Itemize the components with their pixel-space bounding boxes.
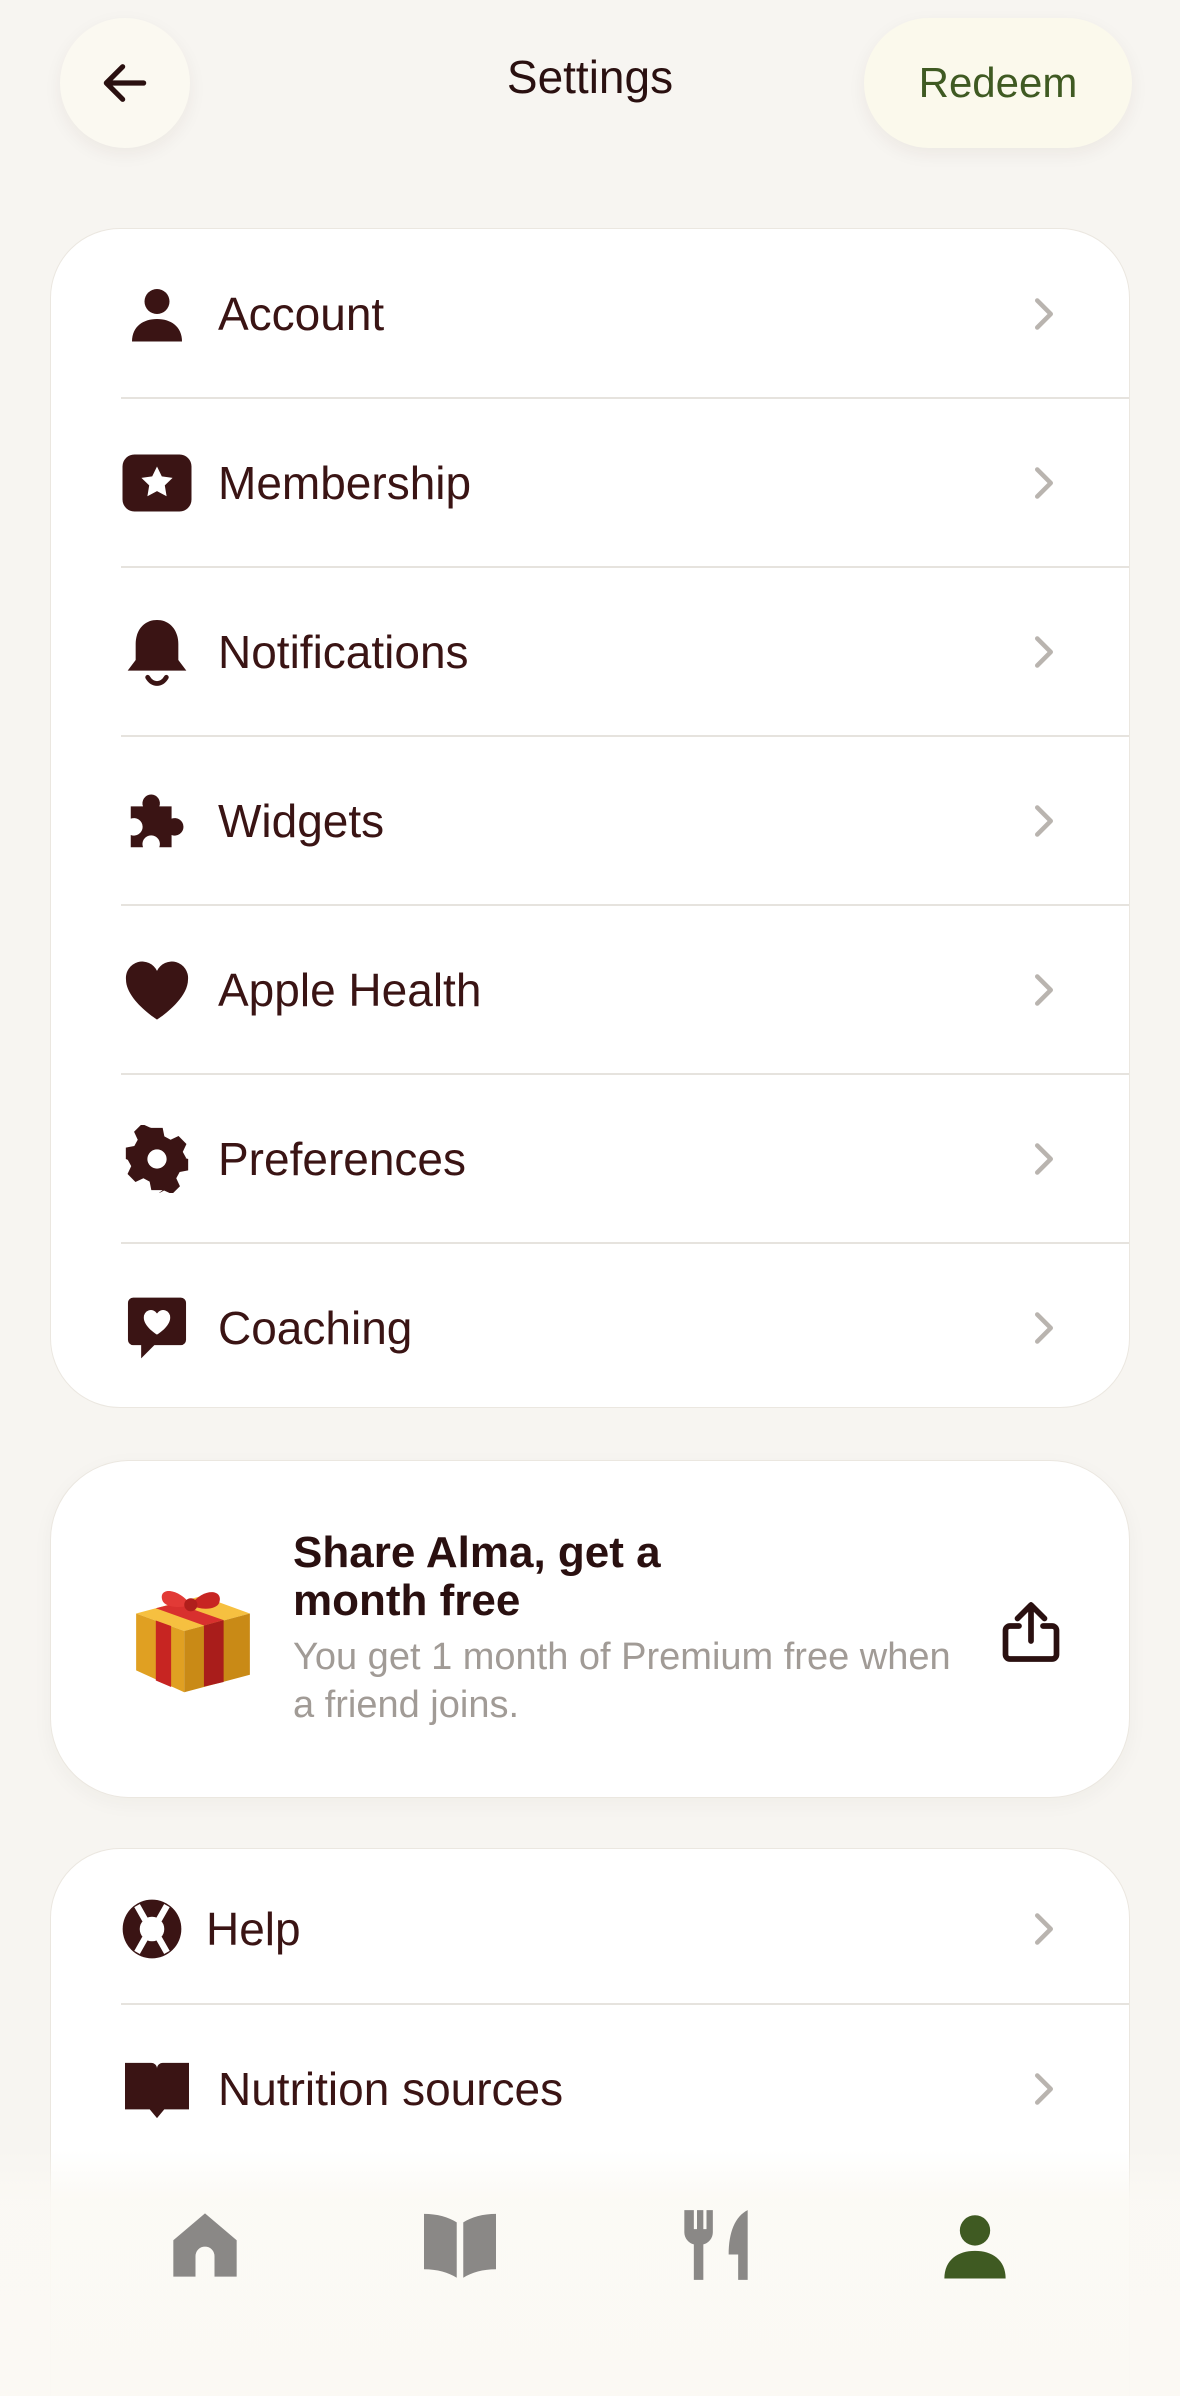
settings-item-account[interactable]: Account: [51, 229, 1129, 398]
fork-knife-icon: [684, 2210, 748, 2280]
settings-item-label: Widgets: [218, 794, 385, 847]
chevron-right-icon: [1029, 970, 1059, 1010]
person-icon: [944, 2215, 1006, 2279]
divider: [121, 2003, 1129, 2005]
chevron-right-icon: [1029, 632, 1059, 672]
gear-icon: [121, 1123, 193, 1195]
chevron-right-icon: [1029, 1308, 1059, 1348]
share-title: Share Alma, get a month free: [293, 1528, 661, 1625]
chevron-right-icon: [1029, 294, 1059, 334]
heart-icon: [121, 954, 193, 1026]
lifebuoy-icon: [116, 1893, 188, 1965]
settings-item-notifications[interactable]: Notifications: [51, 567, 1129, 736]
bell-icon: [121, 616, 193, 688]
redeem-button[interactable]: Redeem: [864, 18, 1132, 148]
puzzle-icon: [121, 785, 193, 857]
settings-item-coaching[interactable]: Coaching: [51, 1243, 1129, 1407]
settings-item-label: Preferences: [218, 1132, 467, 1185]
settings-list: Account Membership Notifications Widgets: [50, 228, 1130, 1408]
chevron-right-icon: [1029, 1139, 1059, 1179]
settings-item-preferences[interactable]: Preferences: [51, 1074, 1129, 1243]
share-promo-card[interactable]: Share Alma, get a month free You get 1 m…: [50, 1460, 1130, 1798]
share-description: You get 1 month of Premium free when a f…: [293, 1636, 951, 1726]
star-badge-icon: [121, 447, 193, 519]
settings-item-label: Notifications: [218, 625, 469, 678]
support-item-help[interactable]: Help: [51, 1849, 1129, 2009]
settings-item-label: Coaching: [218, 1301, 413, 1354]
tab-learn[interactable]: [410, 2195, 510, 2295]
book-icon: [121, 2053, 193, 2125]
settings-item-label: Membership: [218, 456, 472, 509]
top-bar: Settings Redeem: [0, 0, 1180, 190]
settings-item-membership[interactable]: Membership: [51, 398, 1129, 567]
settings-item-label: Apple Health: [218, 963, 482, 1016]
chevron-right-icon: [1029, 801, 1059, 841]
tab-home[interactable]: [155, 2195, 255, 2295]
support-item-label: Nutrition sources: [218, 2063, 564, 2115]
chevron-right-icon: [1029, 463, 1059, 503]
settings-item-label: Account: [218, 287, 385, 340]
chevron-right-icon: [1029, 1909, 1059, 1949]
tab-profile[interactable]: [925, 2195, 1025, 2295]
tab-food[interactable]: [666, 2195, 766, 2295]
settings-item-apple-health[interactable]: Apple Health: [51, 905, 1129, 1074]
chevron-right-icon: [1029, 2069, 1059, 2109]
support-item-label: Help: [206, 1903, 301, 1955]
share-icon[interactable]: [995, 1596, 1067, 1668]
settings-item-widgets[interactable]: Widgets: [51, 736, 1129, 905]
person-icon: [121, 278, 193, 350]
heart-chat-icon: [121, 1292, 193, 1364]
support-item-nutrition-sources[interactable]: Nutrition sources: [51, 2009, 1129, 2169]
open-book-icon: [424, 2213, 496, 2278]
home-icon: [173, 2213, 237, 2277]
gift-icon: [136, 1591, 250, 1693]
tab-bar: [0, 2195, 1180, 2315]
